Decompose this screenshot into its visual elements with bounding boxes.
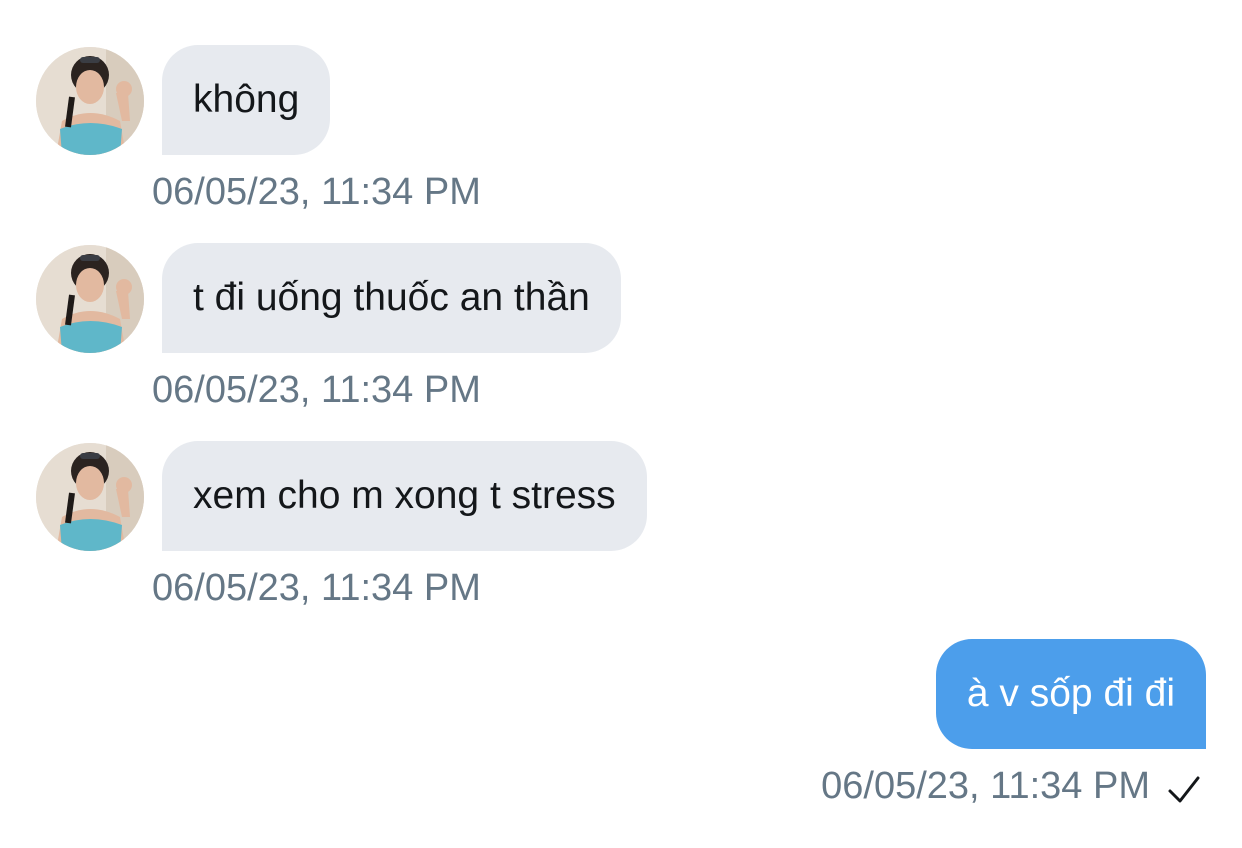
message-timestamp: 06/05/23, 11:34 PM [152, 567, 481, 609]
message-text: t đi uống thuốc an thần [193, 276, 590, 319]
message-timestamp: 06/05/23, 11:34 PM [152, 369, 481, 411]
message-bubble[interactable]: không [162, 45, 331, 155]
message-timestamp: 06/05/23, 11:34 PM [821, 765, 1150, 807]
user-avatar[interactable] [36, 245, 144, 353]
message-timestamp: 06/05/23, 11:34 PM [152, 171, 481, 213]
message-text: không [193, 78, 300, 121]
message-text: xem cho m xong t stress [193, 474, 616, 517]
checkmark-icon [1168, 776, 1200, 803]
message-text: à v sốp đi đi [966, 672, 1175, 715]
user-avatar[interactable] [36, 47, 144, 155]
user-avatar[interactable] [36, 443, 144, 551]
message-bubble[interactable]: xem cho m xong t stress [162, 441, 647, 551]
message-bubble[interactable]: t đi uống thuốc an thần [162, 243, 621, 353]
message-bubble-outgoing[interactable]: à v sốp đi đi [935, 639, 1206, 749]
